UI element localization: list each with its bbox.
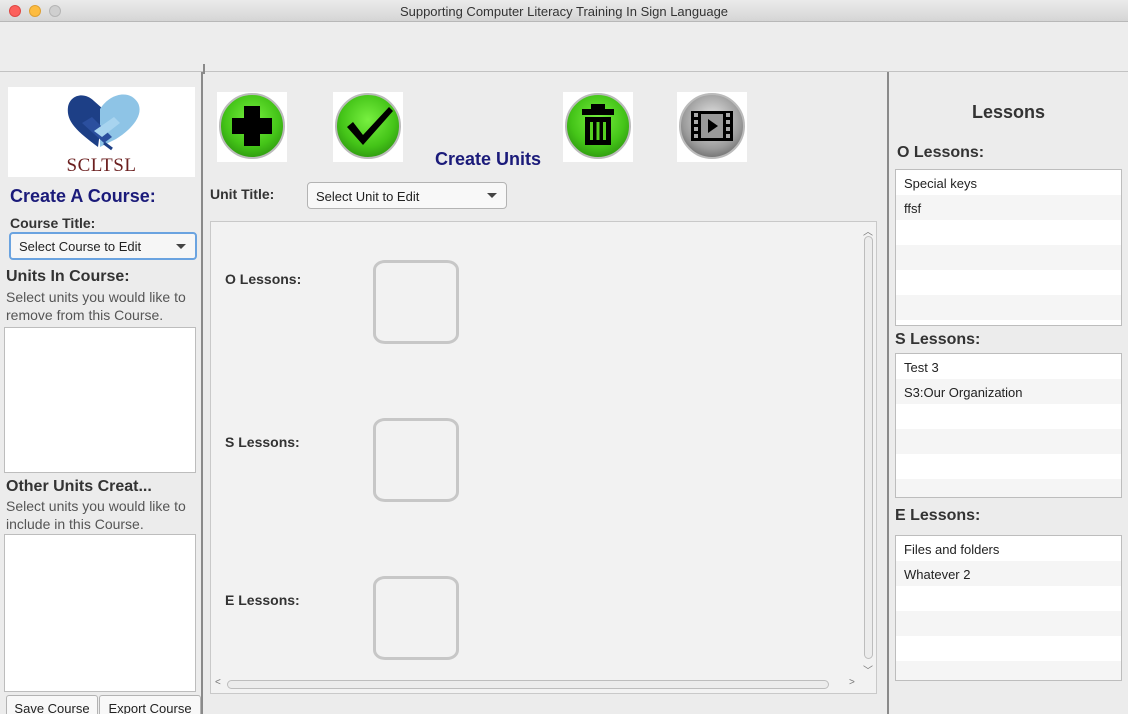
list-item-empty xyxy=(896,429,1121,454)
o-lessons-drop-target[interactable] xyxy=(373,260,459,344)
vertical-scroll-thumb[interactable] xyxy=(864,236,873,659)
o-lessons-list[interactable]: Special keys ffsf xyxy=(895,169,1122,326)
other-units-description: Select units you would like to include i… xyxy=(6,498,186,532)
delete-unit-button[interactable] xyxy=(563,92,633,162)
list-item-empty xyxy=(896,295,1121,320)
other-units-heading: Other Units Creat... xyxy=(6,478,152,495)
course-panel: SCLTSL Create A Course: Course Title: Se… xyxy=(0,72,203,714)
list-item-empty xyxy=(896,270,1121,295)
video-icon xyxy=(691,111,733,141)
units-in-course-description: Select units you would like to remove fr… xyxy=(6,289,186,323)
list-item-empty xyxy=(896,479,1121,497)
scroll-down-icon[interactable]: ﹀ xyxy=(863,662,873,677)
chevron-down-icon xyxy=(487,193,497,198)
list-item-empty xyxy=(896,611,1121,636)
create-units-heading: Create Units xyxy=(435,149,542,169)
logo-text: SCLTSL xyxy=(66,155,137,176)
preview-video-button[interactable] xyxy=(677,92,747,162)
units-panel: Create Units Unit Title: Select Unit to … xyxy=(205,72,887,714)
window-title: Supporting Computer Literacy Training In… xyxy=(399,4,729,19)
list-item[interactable]: S3:Our Organization xyxy=(896,379,1121,404)
list-item-empty xyxy=(896,404,1121,429)
list-item-empty xyxy=(896,586,1121,611)
list-item-empty xyxy=(896,454,1121,479)
unit-title-select[interactable]: Select Unit to Edit xyxy=(307,182,507,209)
scroll-right-icon[interactable]: > xyxy=(849,677,855,688)
e-lessons-list[interactable]: Files and folders Whatever 2 xyxy=(895,535,1122,681)
course-select-value: Select Course to Edit xyxy=(19,239,142,254)
s-lessons-heading: S Lessons: xyxy=(895,331,981,348)
trash-icon xyxy=(582,104,614,145)
e-lessons-drop-target[interactable] xyxy=(373,576,459,660)
window-titlebar: Supporting Computer Literacy Training In… xyxy=(0,0,1128,22)
e-lessons-heading: E Lessons: xyxy=(895,507,981,524)
list-item[interactable]: ffsf xyxy=(896,195,1121,220)
e-lessons-label: E Lessons: xyxy=(225,592,300,608)
save-unit-button[interactable] xyxy=(333,92,403,162)
check-icon xyxy=(347,107,393,145)
export-course-button[interactable]: Export Course xyxy=(99,695,201,714)
list-item[interactable]: Whatever 2 xyxy=(896,561,1121,586)
list-item[interactable]: Files and folders xyxy=(896,536,1121,561)
save-course-button[interactable]: Save Course xyxy=(6,695,98,714)
list-item-empty xyxy=(896,661,1121,680)
unit-title-label: Unit Title: xyxy=(210,186,275,202)
scroll-left-icon[interactable]: < xyxy=(215,677,221,688)
list-item-empty xyxy=(896,636,1121,661)
create-course-heading: Create A Course: xyxy=(10,186,156,206)
o-lessons-label: O Lessons: xyxy=(225,271,302,287)
vertical-scrollbar[interactable]: ︿ ﹀ xyxy=(862,224,874,677)
o-lessons-heading: O Lessons: xyxy=(897,144,985,161)
s-lessons-list[interactable]: Test 3 S3:Our Organization xyxy=(895,353,1122,498)
course-title-select[interactable]: Select Course to Edit xyxy=(9,232,197,260)
unit-select-value: Select Unit to Edit xyxy=(316,189,420,204)
unit-lessons-scrollpane[interactable]: O Lessons: S Lessons: E Lessons: ︿ ﹀ < > xyxy=(210,221,877,694)
s-lessons-drop-target[interactable] xyxy=(373,418,459,502)
window-toolbar xyxy=(0,22,1128,72)
horizontal-scrollbar[interactable]: < > xyxy=(213,677,863,691)
chevron-down-icon xyxy=(176,244,186,249)
lessons-heading: Lessons xyxy=(971,102,1046,122)
list-item-empty xyxy=(896,220,1121,245)
units-in-course-list[interactable] xyxy=(4,327,196,473)
horizontal-scroll-thumb[interactable] xyxy=(227,680,829,689)
app-logo: SCLTSL xyxy=(8,87,195,177)
lessons-panel: Lessons O Lessons: Special keys ffsf S L… xyxy=(889,72,1128,714)
s-lessons-label: S Lessons: xyxy=(225,434,300,450)
list-item-empty xyxy=(896,245,1121,270)
list-item[interactable]: Test 3 xyxy=(896,354,1121,379)
course-title-label: Course Title: xyxy=(10,215,96,231)
other-units-list[interactable] xyxy=(4,534,196,692)
list-item[interactable]: Special keys xyxy=(896,170,1121,195)
add-unit-button[interactable] xyxy=(217,92,287,162)
units-in-course-heading: Units In Course: xyxy=(6,268,130,285)
plus-icon xyxy=(232,106,272,146)
